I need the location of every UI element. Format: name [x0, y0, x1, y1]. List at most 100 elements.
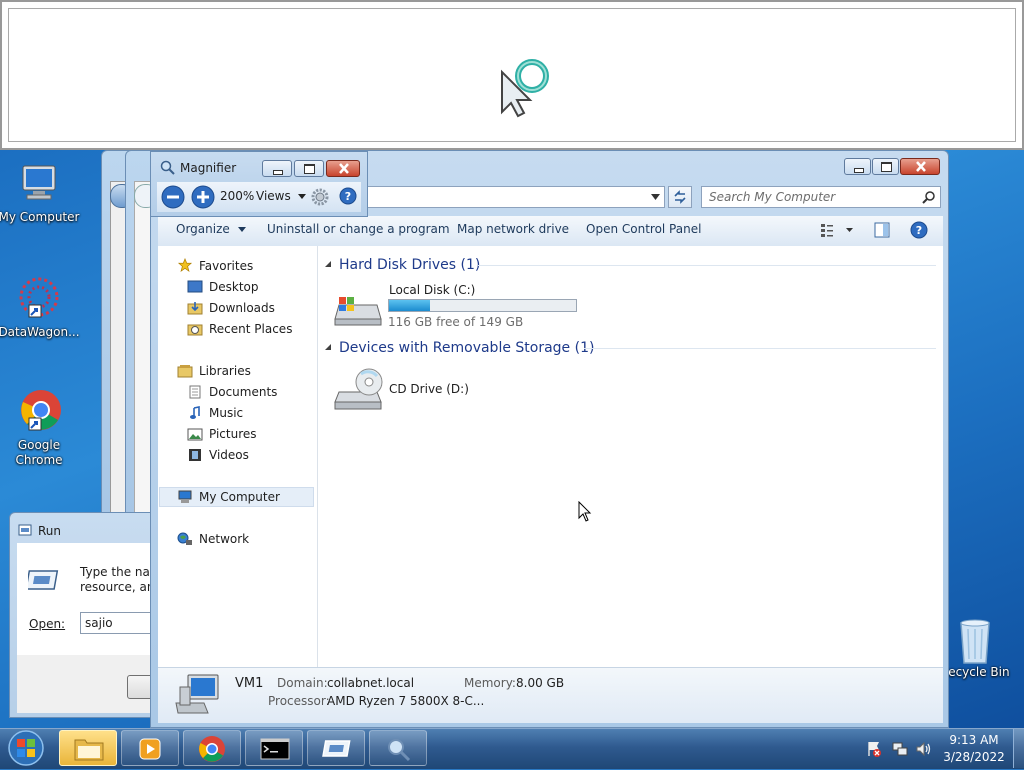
help-button[interactable]: ?	[910, 221, 928, 239]
refresh-icon	[674, 190, 686, 204]
action-center-flag-icon[interactable]	[866, 740, 882, 758]
removable-storage-header[interactable]: Devices with Removable Storage (1)	[339, 340, 594, 356]
nav-desktop[interactable]: Desktop	[209, 280, 259, 294]
zoom-out-button[interactable]	[161, 185, 185, 209]
run-dialog-title: Run	[38, 524, 62, 538]
taskbar-magnifier-button[interactable]	[369, 730, 427, 766]
pictures-icon	[187, 428, 203, 441]
search-icon[interactable]	[922, 191, 935, 204]
libraries-icon	[177, 365, 193, 378]
magnifier-close-button[interactable]	[326, 160, 360, 177]
zoom-in-button[interactable]	[191, 185, 215, 209]
nav-my-computer[interactable]: My Computer	[199, 490, 280, 504]
nav-favorites[interactable]: Favorites	[199, 259, 253, 273]
nav-recent-places[interactable]: Recent Places	[209, 322, 292, 336]
organize-button[interactable]: Organize	[176, 222, 246, 236]
documents-icon	[189, 385, 201, 399]
run-program-icon	[28, 570, 59, 590]
collapse-removable-icon[interactable]	[325, 344, 333, 352]
run-open-input-value: sajio	[85, 616, 113, 630]
taskbar-media-player-button[interactable]	[121, 730, 179, 766]
domain-value: collabnet.local	[327, 676, 415, 690]
refresh-button[interactable]	[668, 186, 692, 208]
magnifier-maximize-button[interactable]	[294, 160, 324, 177]
magnified-busy-cursor-icon	[501, 59, 549, 118]
map-network-drive-button[interactable]: Map network drive	[457, 222, 569, 236]
nav-network[interactable]: Network	[199, 532, 249, 546]
taskbar-run-button[interactable]	[307, 730, 365, 766]
nav-pictures[interactable]: Pictures	[209, 427, 257, 441]
views-menu-button[interactable]: Views	[256, 189, 306, 203]
nav-videos[interactable]: Videos	[209, 448, 249, 462]
local-disk-free-text: 116 GB free of 149 GB	[388, 315, 524, 329]
chevron-down-icon	[297, 194, 306, 199]
search-box[interactable]: Search My Computer	[701, 186, 941, 208]
taskbar-cmd-button[interactable]	[245, 730, 303, 766]
domain-label: Domain:	[277, 676, 328, 690]
nav-music[interactable]: Music	[209, 406, 243, 420]
explorer-close-button[interactable]	[900, 158, 940, 175]
taskbar-chrome-button[interactable]	[183, 730, 241, 766]
run-title-icon	[18, 524, 32, 536]
chrome-icon	[15, 388, 63, 436]
cd-drive-icon	[334, 368, 383, 410]
magnifier-window[interactable]: Magnifier 200% Views ?	[150, 151, 368, 217]
control-panel-label: Open Control Panel	[586, 222, 702, 236]
explorer-minimize-button[interactable]	[844, 158, 871, 175]
close-icon	[339, 163, 349, 174]
taskbar-explorer-button[interactable]	[59, 730, 117, 766]
header-divider	[478, 265, 936, 266]
computer-icon	[175, 674, 219, 714]
desktop: My Computer DataWagon... Google Chrome R…	[0, 0, 1024, 728]
desktop-icon-datawagon[interactable]: DataWagon...	[0, 275, 81, 339]
cd-drive-d-item[interactable]: CD Drive (D:)	[333, 366, 533, 414]
nav-downloads[interactable]: Downloads	[209, 301, 275, 315]
desktop-icon-google-chrome[interactable]: Google Chrome	[0, 388, 81, 468]
collapse-hard-disks-icon[interactable]	[325, 261, 333, 269]
windows-logo-icon	[8, 730, 44, 766]
explorer-maximize-button[interactable]	[872, 158, 899, 175]
svg-text:?: ?	[345, 190, 351, 203]
recycle-bin-icon	[951, 615, 999, 664]
start-button[interactable]	[6, 729, 46, 767]
hard-drive-icon	[334, 297, 382, 326]
header-divider	[584, 348, 936, 349]
processor-label: Processor:	[268, 694, 330, 708]
clock-date: 3/28/2022	[943, 750, 1005, 764]
run-open-label: Open:	[29, 617, 66, 631]
mouse-cursor-icon	[578, 501, 592, 522]
uninstall-program-button[interactable]: Uninstall or change a program	[267, 222, 450, 236]
run-dialog-body	[17, 543, 162, 655]
address-bar[interactable]	[367, 186, 665, 208]
map-drive-label: Map network drive	[457, 222, 570, 236]
memory-label: Memory:	[464, 676, 516, 690]
media-player-icon	[139, 738, 161, 760]
hard-disk-drives-header[interactable]: Hard Disk Drives (1)	[339, 257, 480, 273]
clock[interactable]: 9:13 AM 3/28/2022	[940, 732, 1008, 766]
magnifier-icon	[388, 739, 411, 762]
search-placeholder: Search My Computer	[709, 190, 836, 204]
magnifier-minimize-button[interactable]	[262, 160, 292, 177]
gear-icon[interactable]	[310, 187, 330, 207]
volume-icon[interactable]	[915, 740, 933, 758]
disk-usage-bar	[388, 299, 577, 312]
network-tray-icon[interactable]	[891, 740, 909, 758]
local-disk-name: Local Disk (C:)	[389, 283, 476, 297]
local-disk-c-item[interactable]: Local Disk (C:) 116 GB free of 149 GB	[333, 283, 593, 331]
change-view-button[interactable]	[820, 222, 856, 238]
show-desktop-button[interactable]	[1013, 729, 1024, 768]
nav-documents[interactable]: Documents	[209, 385, 277, 399]
preview-pane-icon	[874, 222, 890, 238]
run-open-input[interactable]: sajio	[80, 612, 158, 634]
favorites-star-icon	[177, 258, 193, 272]
memory-value: 8.00 GB	[516, 676, 565, 690]
run-dialog[interactable]: Run Type the nam resource, and Open: saj…	[9, 512, 169, 718]
chevron-down-icon[interactable]	[651, 194, 660, 200]
help-icon[interactable]: ?	[339, 187, 357, 205]
preview-pane-button[interactable]	[874, 222, 890, 238]
close-icon	[916, 161, 926, 172]
desktop-icon-my-computer[interactable]: My Computer	[0, 160, 81, 224]
open-control-panel-button[interactable]: Open Control Panel	[586, 222, 701, 236]
cd-drive-name: CD Drive (D:)	[389, 382, 469, 396]
nav-libraries[interactable]: Libraries	[199, 364, 251, 378]
